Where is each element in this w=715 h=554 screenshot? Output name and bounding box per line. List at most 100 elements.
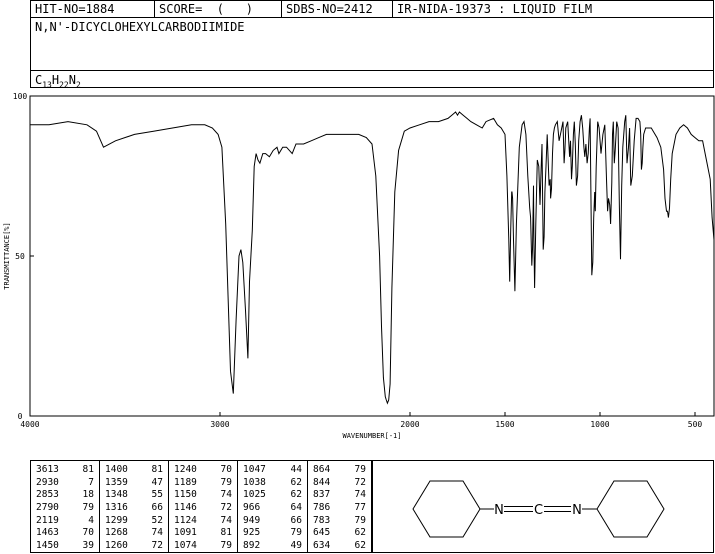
y-tick-label: 0 [18, 412, 23, 421]
peak-row: 1299 52 [100, 515, 168, 528]
peak-row: 1146 72 [169, 502, 237, 515]
peak-wavenumber: 844 [313, 476, 331, 488]
peak-wavenumber: 786 [313, 502, 331, 514]
peak-wavenumber: 1463 [36, 527, 59, 539]
peak-row: 1400 81 [100, 464, 168, 477]
molecular-formula: C13H22N2 [31, 70, 713, 89]
hit-number: HIT-NO=1884 [35, 2, 115, 16]
peak-transmittance: 79 [220, 540, 232, 552]
peak-row: 2790 79 [31, 502, 99, 515]
structure-panel: N C N [372, 460, 714, 553]
peak-transmittance: 52 [151, 514, 163, 526]
peak-wavenumber: 2930 [36, 476, 59, 488]
peak-row: 1091 81 [169, 527, 237, 540]
peak-wavenumber: 892 [243, 540, 261, 552]
molecule-structure: N C N [412, 480, 665, 538]
x-tick-label: 1500 [495, 420, 514, 429]
peak-row: 1038 62 [238, 477, 307, 490]
peak-row: 1150 74 [169, 489, 237, 502]
peak-wavenumber: 2790 [36, 502, 59, 514]
y-tick-label: 50 [15, 252, 25, 261]
peak-table-column: 864 79 844 72 837 74 786 77 783 79 645 62 634 62 [307, 461, 371, 552]
x-tick-label: 3000 [210, 420, 229, 429]
peak-row: 925 79 [238, 527, 307, 540]
peak-row: 1025 62 [238, 489, 307, 502]
peak-row: 786 77 [308, 502, 371, 515]
peak-transmittance: 74 [354, 489, 366, 501]
peak-table-column: 1047 44 1038 62 1025 62 966 64 949 66 925 79 892 49 [237, 461, 307, 552]
peak-transmittance: 55 [151, 489, 163, 501]
score: SCORE= ( ) [154, 1, 281, 18]
peak-wavenumber: 1047 [243, 464, 266, 475]
peak-wavenumber: 1450 [36, 540, 59, 552]
peak-transmittance: 81 [220, 527, 232, 539]
ir-identifier: IR-NIDA-19373 : LIQUID FILM [392, 1, 715, 18]
x-axis-label: WAVENUMBER[-1] [342, 432, 401, 440]
peak-wavenumber: 1316 [105, 502, 128, 514]
peak-row: 1240 70 [169, 464, 237, 477]
peak-transmittance: 79 [290, 527, 302, 539]
peak-transmittance: 47 [151, 476, 163, 488]
atom-n-right: N [572, 503, 582, 518]
peak-table-column: 3613 81 2930 7 2853 18 2790 79 2119 4 1463 70 1450 39 [31, 461, 99, 552]
peak-wavenumber: 645 [313, 527, 331, 539]
peak-transmittance: 62 [354, 527, 366, 539]
peak-transmittance: 74 [220, 514, 232, 526]
peak-wavenumber: 864 [313, 464, 331, 475]
peak-row: 2853 18 [31, 489, 99, 502]
peak-transmittance: 64 [290, 502, 302, 514]
x-tick-label: 4000 [20, 420, 39, 429]
peak-table-column: 1240 70 1189 79 1150 74 1146 72 1124 74 1091 81 1074… [168, 461, 237, 552]
peak-wavenumber: 1146 [174, 502, 197, 514]
peak-row: 2119 4 [31, 515, 99, 528]
peak-wavenumber: 2853 [36, 489, 59, 501]
peak-row: 1124 74 [169, 515, 237, 528]
peak-wavenumber: 783 [313, 514, 331, 526]
peak-table: 3613 81 2930 7 2853 18 2790 79 2119 4 1463 70 1450 39… [30, 460, 372, 553]
spectrum-series-line [30, 111, 715, 405]
x-tick-label: 1000 [590, 420, 609, 429]
peak-wavenumber: 1091 [174, 527, 197, 539]
peak-wavenumber: 1240 [174, 464, 197, 475]
peak-wavenumber: 1400 [105, 464, 128, 475]
cyclohexane-ring-right [596, 480, 665, 538]
peak-row: 837 74 [308, 489, 371, 502]
peak-row: 1450 39 [31, 540, 99, 553]
peak-transmittance: 72 [354, 476, 366, 488]
peak-wavenumber: 1348 [105, 489, 128, 501]
peak-transmittance: 44 [290, 464, 302, 475]
atom-n-left: N [494, 503, 504, 518]
peak-wavenumber: 837 [313, 489, 331, 501]
peak-row: 1074 79 [169, 540, 237, 553]
peak-transmittance: 39 [82, 540, 94, 552]
peak-wavenumber: 1299 [105, 514, 128, 526]
peak-wavenumber: 1074 [174, 540, 197, 552]
peak-transmittance: 18 [82, 489, 94, 501]
peak-wavenumber: 1025 [243, 489, 266, 501]
peak-row: 2930 7 [31, 477, 99, 490]
peak-transmittance: 4 [88, 514, 94, 526]
peak-wavenumber: 925 [243, 527, 261, 539]
peak-transmittance: 66 [151, 502, 163, 514]
peak-wavenumber: 1150 [174, 489, 197, 501]
atom-c-center: C [534, 503, 543, 518]
peak-wavenumber: 1260 [105, 540, 128, 552]
peak-row: 1463 70 [31, 527, 99, 540]
peak-transmittance: 74 [151, 527, 163, 539]
peak-row: 1189 79 [169, 477, 237, 490]
peak-transmittance: 49 [290, 540, 302, 552]
y-axis-label: TRANSMITTANCE[%] [3, 222, 11, 289]
peak-transmittance: 66 [290, 514, 302, 526]
peak-wavenumber: 1359 [105, 476, 128, 488]
peak-wavenumber: 1268 [105, 527, 128, 539]
peak-transmittance: 7 [88, 476, 94, 488]
peak-row: 1047 44 [238, 464, 307, 477]
peak-row: 844 72 [308, 477, 371, 490]
peak-row: 1260 72 [100, 540, 168, 553]
peak-transmittance: 62 [354, 540, 366, 552]
peak-transmittance: 62 [290, 489, 302, 501]
peak-row: 1316 66 [100, 502, 168, 515]
peak-transmittance: 77 [354, 502, 366, 514]
peak-row: 1268 74 [100, 527, 168, 540]
peak-transmittance: 72 [220, 502, 232, 514]
